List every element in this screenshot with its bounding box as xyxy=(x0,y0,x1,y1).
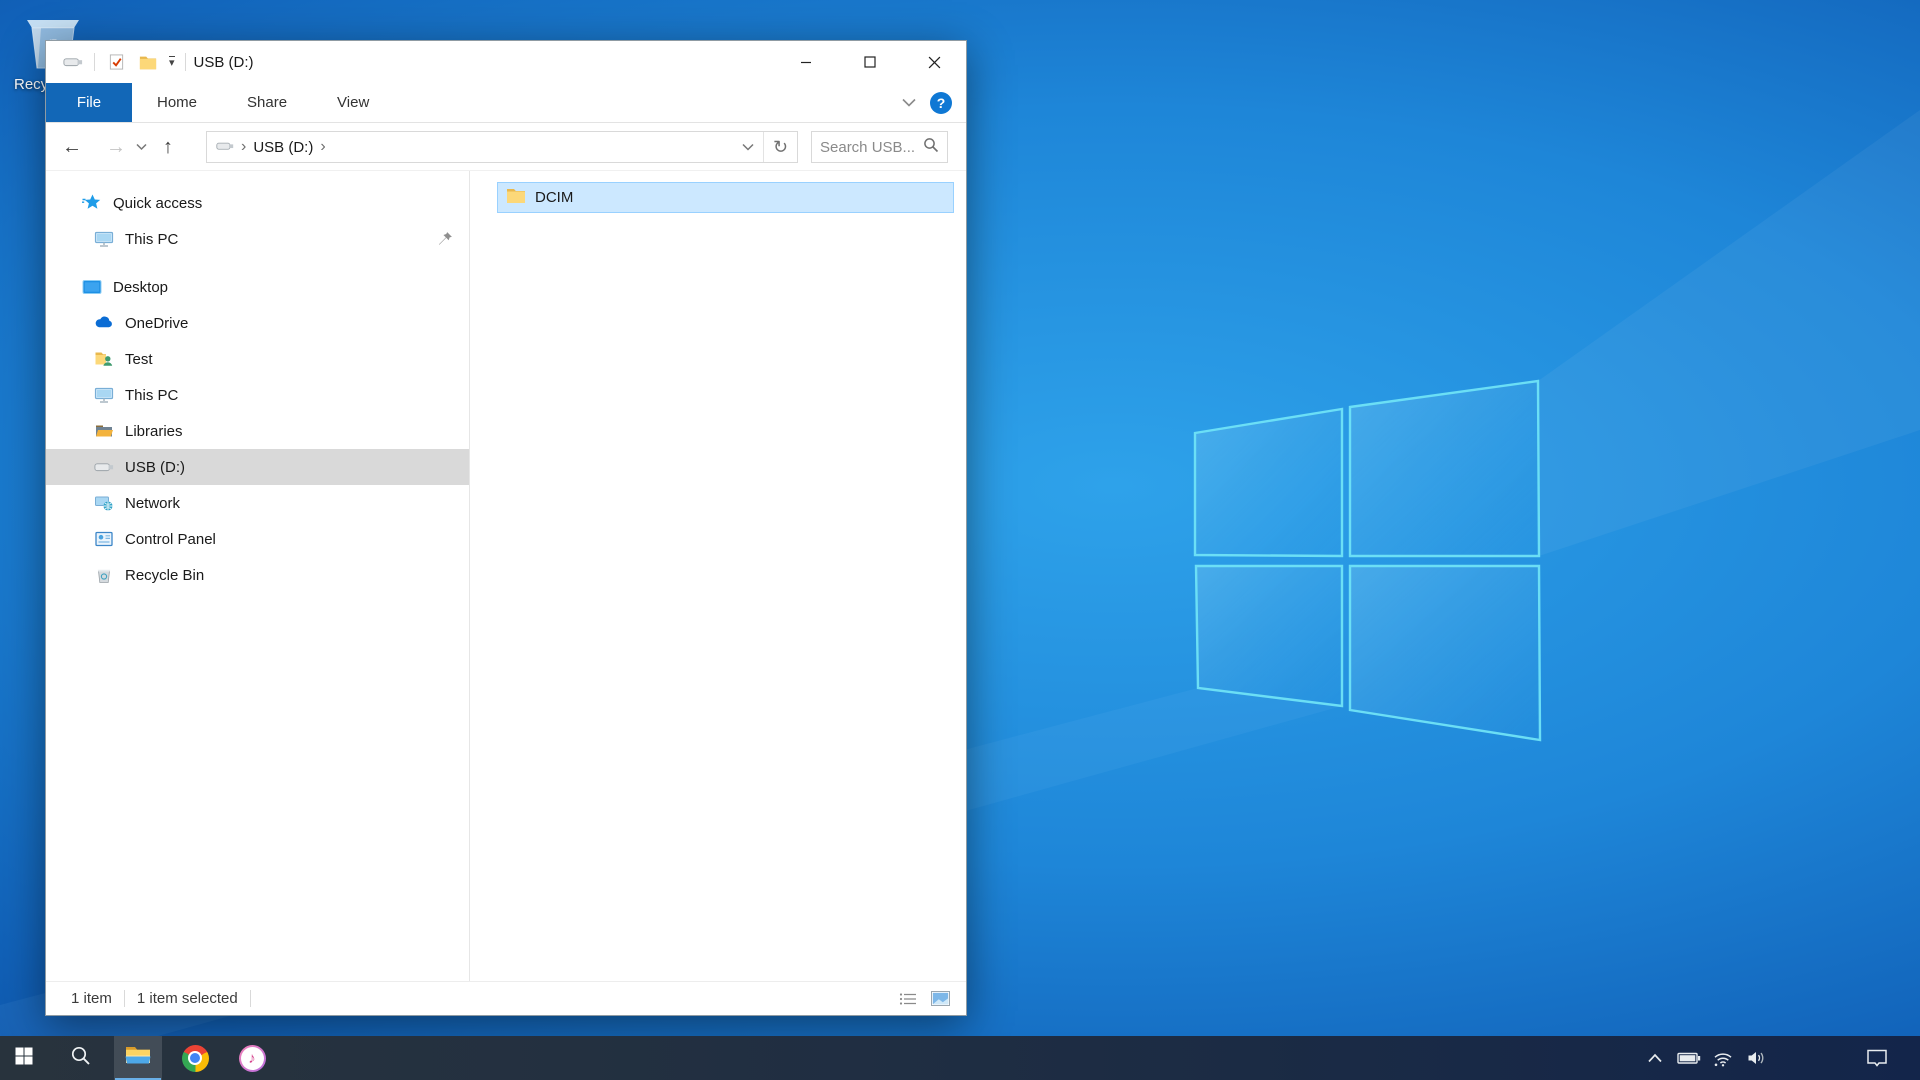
forward-button[interactable]: → xyxy=(106,137,126,157)
minimize-button[interactable] xyxy=(774,41,838,83)
computer-icon xyxy=(94,229,114,249)
sidebar-item-control-panel[interactable]: Control Panel xyxy=(46,521,469,557)
search-icon[interactable] xyxy=(923,137,939,157)
volume-icon[interactable] xyxy=(1740,1050,1774,1066)
window-main: Quick access This PC Desktop xyxy=(46,171,966,981)
tab-file[interactable]: File xyxy=(46,83,132,122)
file-item-name: DCIM xyxy=(535,189,573,206)
sidebar-item-this-pc[interactable]: This PC xyxy=(46,377,469,413)
file-list: DCIM xyxy=(470,171,966,981)
taskbar: ♪ xyxy=(0,1036,1920,1080)
usb-drive-icon xyxy=(94,457,114,477)
recent-locations-chevron-icon[interactable] xyxy=(136,138,147,155)
breadcrumb-chevron-icon[interactable]: › xyxy=(241,138,246,156)
window-title: USB (D:) xyxy=(194,54,254,71)
pin-icon xyxy=(438,231,453,250)
refresh-button[interactable]: ↻ xyxy=(763,132,797,162)
selection-status: 1 item selected xyxy=(137,990,238,1007)
divider xyxy=(250,990,251,1007)
tab-share[interactable]: Share xyxy=(222,83,312,122)
taskbar-itunes-button[interactable]: ♪ xyxy=(228,1036,276,1080)
computer-icon xyxy=(94,385,114,405)
desktop-icon xyxy=(82,277,102,297)
sidebar-item-quick-access[interactable]: Quick access xyxy=(46,185,469,221)
network-icon xyxy=(94,493,114,513)
breadcrumb-segment[interactable]: USB (D:) xyxy=(253,139,313,156)
system-tray xyxy=(1638,1036,1920,1080)
wifi-icon[interactable] xyxy=(1706,1050,1740,1067)
titlebar[interactable]: ▾ USB (D:) xyxy=(46,41,966,83)
maximize-button[interactable] xyxy=(838,41,902,83)
details-view-button[interactable] xyxy=(896,988,920,1010)
sidebar-item-network[interactable]: Network xyxy=(46,485,469,521)
tab-view[interactable]: View xyxy=(312,83,394,122)
quick-access-toolbar: ▾ xyxy=(46,51,186,73)
customize-qat-dropdown-icon[interactable]: ▾ xyxy=(169,56,175,69)
divider xyxy=(94,53,95,71)
ribbon-right-controls: ? xyxy=(902,83,952,123)
taskbar-chrome-button[interactable] xyxy=(171,1036,219,1080)
window-controls xyxy=(774,41,966,83)
control-panel-icon xyxy=(94,529,114,549)
properties-button[interactable] xyxy=(105,51,127,73)
help-button[interactable]: ? xyxy=(930,92,952,114)
onedrive-cloud-icon xyxy=(94,313,114,333)
action-center-icon[interactable] xyxy=(1854,1048,1900,1068)
quick-access-star-icon xyxy=(82,193,102,213)
recycle-bin-icon xyxy=(94,565,114,585)
status-bar: 1 item 1 item selected xyxy=(46,981,966,1015)
close-button[interactable] xyxy=(902,41,966,83)
file-explorer-window: ▾ USB (D:) File Home Share View ? xyxy=(45,40,967,1016)
sidebar-item-onedrive[interactable]: OneDrive xyxy=(46,305,469,341)
user-folder-icon xyxy=(94,349,114,369)
new-folder-button[interactable] xyxy=(137,51,159,73)
taskbar-search-button[interactable] xyxy=(57,1036,105,1080)
address-usb-drive-icon xyxy=(216,139,234,156)
sidebar-item-this-pc-pinned[interactable]: This PC xyxy=(46,221,469,257)
expand-ribbon-chevron-icon[interactable] xyxy=(902,94,916,112)
search-input[interactable] xyxy=(820,139,919,156)
navigation-pane: Quick access This PC Desktop xyxy=(46,171,470,981)
file-explorer-icon xyxy=(125,1045,151,1071)
sidebar-item-test[interactable]: Test xyxy=(46,341,469,377)
ribbon-tabs: File Home Share View ? xyxy=(46,83,966,123)
start-button[interactable] xyxy=(0,1036,48,1080)
taskbar-file-explorer-button[interactable] xyxy=(114,1036,162,1080)
large-icons-view-button[interactable] xyxy=(928,988,952,1010)
search-icon xyxy=(70,1045,92,1072)
search-box[interactable] xyxy=(811,131,948,163)
folder-icon xyxy=(506,187,526,208)
sidebar-item-libraries[interactable]: Libraries xyxy=(46,413,469,449)
back-button[interactable]: ← xyxy=(62,137,82,157)
breadcrumb-chevron-icon[interactable]: › xyxy=(320,138,325,156)
item-count: 1 item xyxy=(71,990,112,1007)
sidebar-item-desktop[interactable]: Desktop xyxy=(46,269,469,305)
hidden-icons-chevron-icon[interactable] xyxy=(1638,1053,1672,1063)
window-usb-drive-icon xyxy=(62,51,84,73)
tab-home[interactable]: Home xyxy=(132,83,222,122)
windows-start-icon xyxy=(15,1047,33,1070)
up-button[interactable]: ↑ xyxy=(163,137,173,157)
file-item-dcim[interactable]: DCIM xyxy=(497,182,954,213)
divider xyxy=(185,53,186,71)
battery-icon[interactable] xyxy=(1672,1050,1706,1066)
navigation-bar: ← → ↑ › USB (D:) › ↻ xyxy=(46,123,966,171)
sidebar-item-recycle-bin[interactable]: Recycle Bin xyxy=(46,557,469,593)
divider xyxy=(124,990,125,1007)
sidebar-item-usb-drive[interactable]: USB (D:) xyxy=(46,449,469,485)
chrome-icon xyxy=(182,1045,209,1072)
breadcrumb[interactable]: › USB (D:) › xyxy=(207,132,733,162)
itunes-icon: ♪ xyxy=(239,1045,266,1072)
view-toggles xyxy=(896,988,952,1010)
address-dropdown-chevron-icon[interactable] xyxy=(733,132,763,162)
libraries-icon xyxy=(94,421,114,441)
address-bar[interactable]: › USB (D:) › ↻ xyxy=(206,131,798,163)
